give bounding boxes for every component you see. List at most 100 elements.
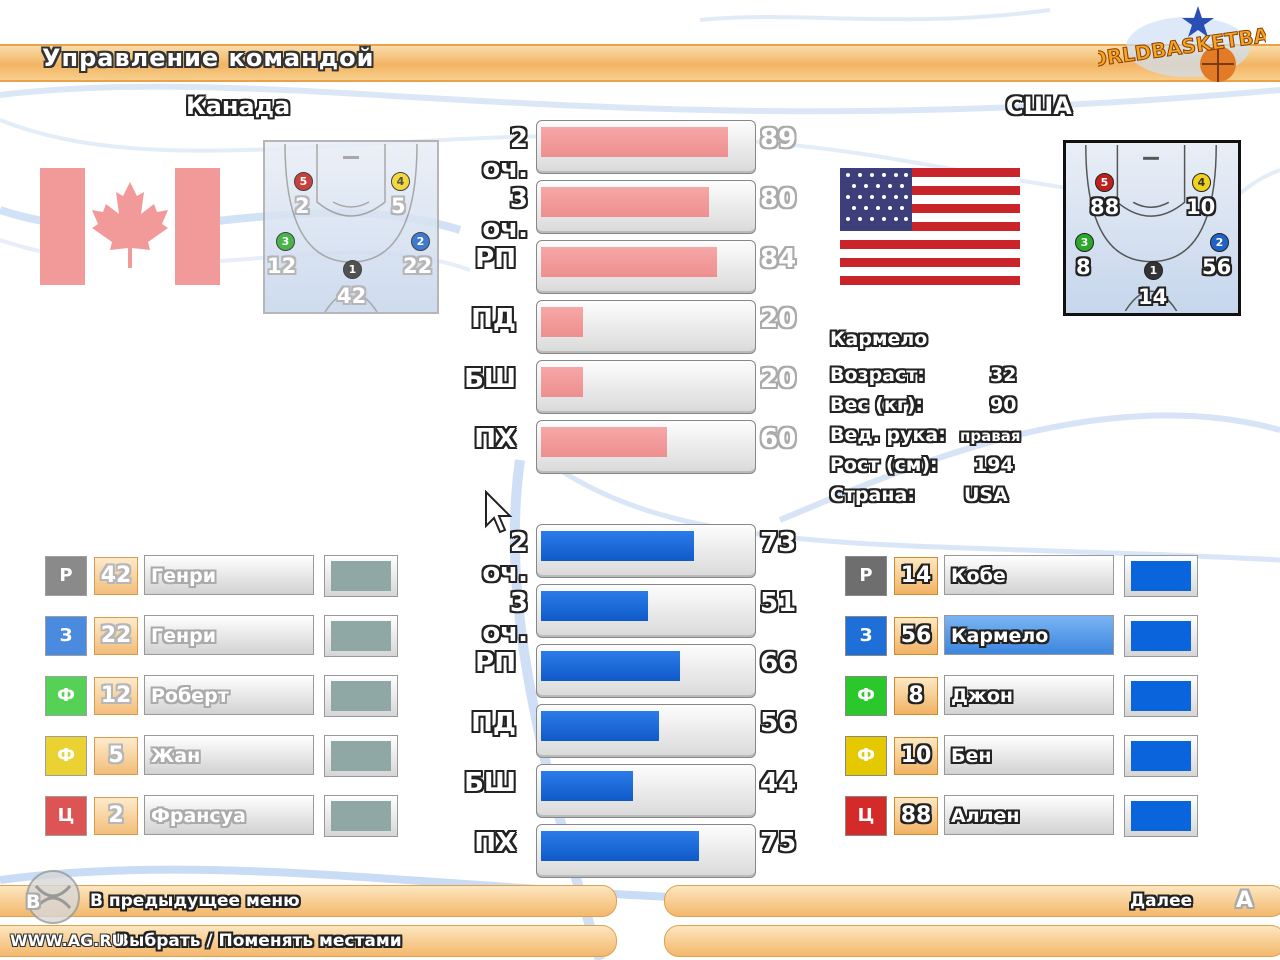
player-slot-left[interactable]: Франсуа bbox=[144, 795, 314, 835]
court-dot-3: 3 bbox=[276, 232, 295, 251]
b-button-icon: B bbox=[26, 891, 41, 913]
color-swatch[interactable] bbox=[1124, 675, 1198, 717]
watermark-text: WWW.AG.RU bbox=[10, 931, 125, 950]
weight-label: Вес (кг): bbox=[830, 394, 924, 416]
player-slot-right-selected[interactable]: Кармело bbox=[944, 615, 1114, 655]
stat-label: ПХ bbox=[474, 828, 516, 858]
stat-bar-fill bbox=[541, 771, 634, 801]
stat-label: 2 оч. bbox=[482, 124, 528, 184]
swatch-fill bbox=[1131, 681, 1191, 711]
stat-value: 84 bbox=[760, 244, 797, 274]
color-swatch[interactable] bbox=[1124, 555, 1198, 597]
position-badge: З bbox=[45, 616, 87, 656]
position-badge: Ф bbox=[45, 736, 87, 776]
position-badge: Ц bbox=[45, 796, 87, 836]
jersey-number: 42 bbox=[94, 557, 138, 595]
stat-bar-fill bbox=[541, 591, 649, 621]
stat-bar bbox=[536, 360, 756, 414]
court-number: 42 bbox=[337, 284, 367, 308]
color-swatch[interactable] bbox=[324, 675, 398, 717]
back-label[interactable]: В предыдущее меню bbox=[90, 891, 300, 911]
stat-value: 60 bbox=[760, 424, 797, 454]
swatch-fill bbox=[331, 681, 391, 711]
court-number: 2 bbox=[295, 194, 310, 218]
stat-bar-fill bbox=[541, 367, 583, 397]
position-badge: Р bbox=[45, 556, 87, 596]
swatch-fill bbox=[331, 741, 391, 771]
weight-value: 90 bbox=[990, 394, 1017, 416]
color-swatch[interactable] bbox=[1124, 795, 1198, 837]
stat-bar-fill bbox=[541, 307, 583, 337]
height-value: 194 bbox=[974, 454, 1014, 476]
color-swatch[interactable] bbox=[1124, 615, 1198, 657]
stat-value: 75 bbox=[760, 828, 797, 858]
country-label: Страна: bbox=[830, 484, 915, 506]
player-slot-right[interactable]: Кобе bbox=[944, 555, 1114, 595]
stat-bar bbox=[536, 180, 756, 234]
player-slot-left[interactable]: Жан bbox=[144, 735, 314, 775]
color-swatch[interactable] bbox=[324, 735, 398, 777]
court-dot-4: 4 bbox=[1192, 173, 1211, 192]
stat-bar bbox=[536, 120, 756, 174]
court-number: 22 bbox=[403, 254, 433, 278]
swatch-fill bbox=[331, 801, 391, 831]
court-dot-2: 2 bbox=[411, 232, 430, 251]
select-label[interactable]: Выбрать / Поменять местами bbox=[116, 931, 402, 951]
stat-bar bbox=[536, 240, 756, 294]
next-label[interactable]: Далее bbox=[1130, 891, 1192, 911]
jersey-number: 2 bbox=[94, 797, 138, 835]
court-dot-3: 3 bbox=[1075, 233, 1094, 252]
age-label: Возраст: bbox=[830, 364, 925, 386]
court-dot-1: 1 bbox=[1144, 261, 1163, 280]
hand-value: правая bbox=[960, 427, 1021, 445]
stat-bar bbox=[536, 824, 756, 878]
player-slot-right[interactable]: Аллен bbox=[944, 795, 1114, 835]
jersey-number: 88 bbox=[894, 797, 938, 835]
stat-label: БШ bbox=[464, 364, 516, 394]
court-number: 14 bbox=[1138, 285, 1168, 309]
court-diagram-right[interactable]: 5 4 3 2 1 88 10 8 56 14 bbox=[1063, 140, 1241, 316]
stat-bar-fill bbox=[541, 651, 680, 681]
country-value: USA bbox=[964, 484, 1008, 506]
swatch-fill bbox=[1131, 561, 1191, 591]
stat-bar-fill bbox=[541, 187, 709, 217]
jersey-number: 22 bbox=[94, 617, 138, 655]
a-button-icon: A bbox=[1236, 888, 1254, 913]
hand-label: Вед. рука: bbox=[830, 424, 946, 446]
stat-value: 66 bbox=[760, 648, 797, 678]
color-swatch[interactable] bbox=[324, 555, 398, 597]
jersey-number: 8 bbox=[894, 677, 938, 715]
stat-label: ПД bbox=[471, 304, 516, 334]
jersey-number: 12 bbox=[94, 677, 138, 715]
position-badge: Р bbox=[845, 556, 887, 596]
player-slot-left[interactable]: Генри bbox=[144, 615, 314, 655]
player-slot-right[interactable]: Джон bbox=[944, 675, 1114, 715]
stat-bar-fill bbox=[541, 831, 699, 861]
court-dot-5: 5 bbox=[294, 172, 313, 191]
player-slot-right[interactable]: Бен bbox=[944, 735, 1114, 775]
team-name-left: Канада bbox=[186, 92, 291, 120]
stat-bar bbox=[536, 584, 756, 638]
jersey-number: 14 bbox=[894, 557, 938, 595]
stat-bar bbox=[536, 704, 756, 758]
color-swatch[interactable] bbox=[324, 615, 398, 657]
jersey-number: 56 bbox=[894, 617, 938, 655]
stat-bar-fill bbox=[541, 427, 667, 457]
court-number: 8 bbox=[1076, 255, 1091, 279]
color-swatch[interactable] bbox=[324, 795, 398, 837]
stat-bar bbox=[536, 764, 756, 818]
court-diagram-left[interactable]: 5 4 3 2 1 2 5 12 22 42 bbox=[263, 140, 439, 314]
stat-label: РП bbox=[475, 244, 516, 274]
position-badge: З bbox=[845, 616, 887, 656]
stat-value: 56 bbox=[760, 708, 797, 738]
color-swatch[interactable] bbox=[1124, 735, 1198, 777]
court-dot-4: 4 bbox=[391, 172, 410, 191]
stat-value: 73 bbox=[760, 528, 797, 558]
player-slot-left[interactable]: Генри bbox=[144, 555, 314, 595]
court-dot-2: 2 bbox=[1210, 233, 1229, 252]
stat-bar bbox=[536, 300, 756, 354]
player-slot-left[interactable]: Роберт bbox=[144, 675, 314, 715]
stat-label: БШ bbox=[464, 768, 516, 798]
court-dot-1: 1 bbox=[343, 260, 362, 279]
empty-bar bbox=[664, 925, 1280, 957]
